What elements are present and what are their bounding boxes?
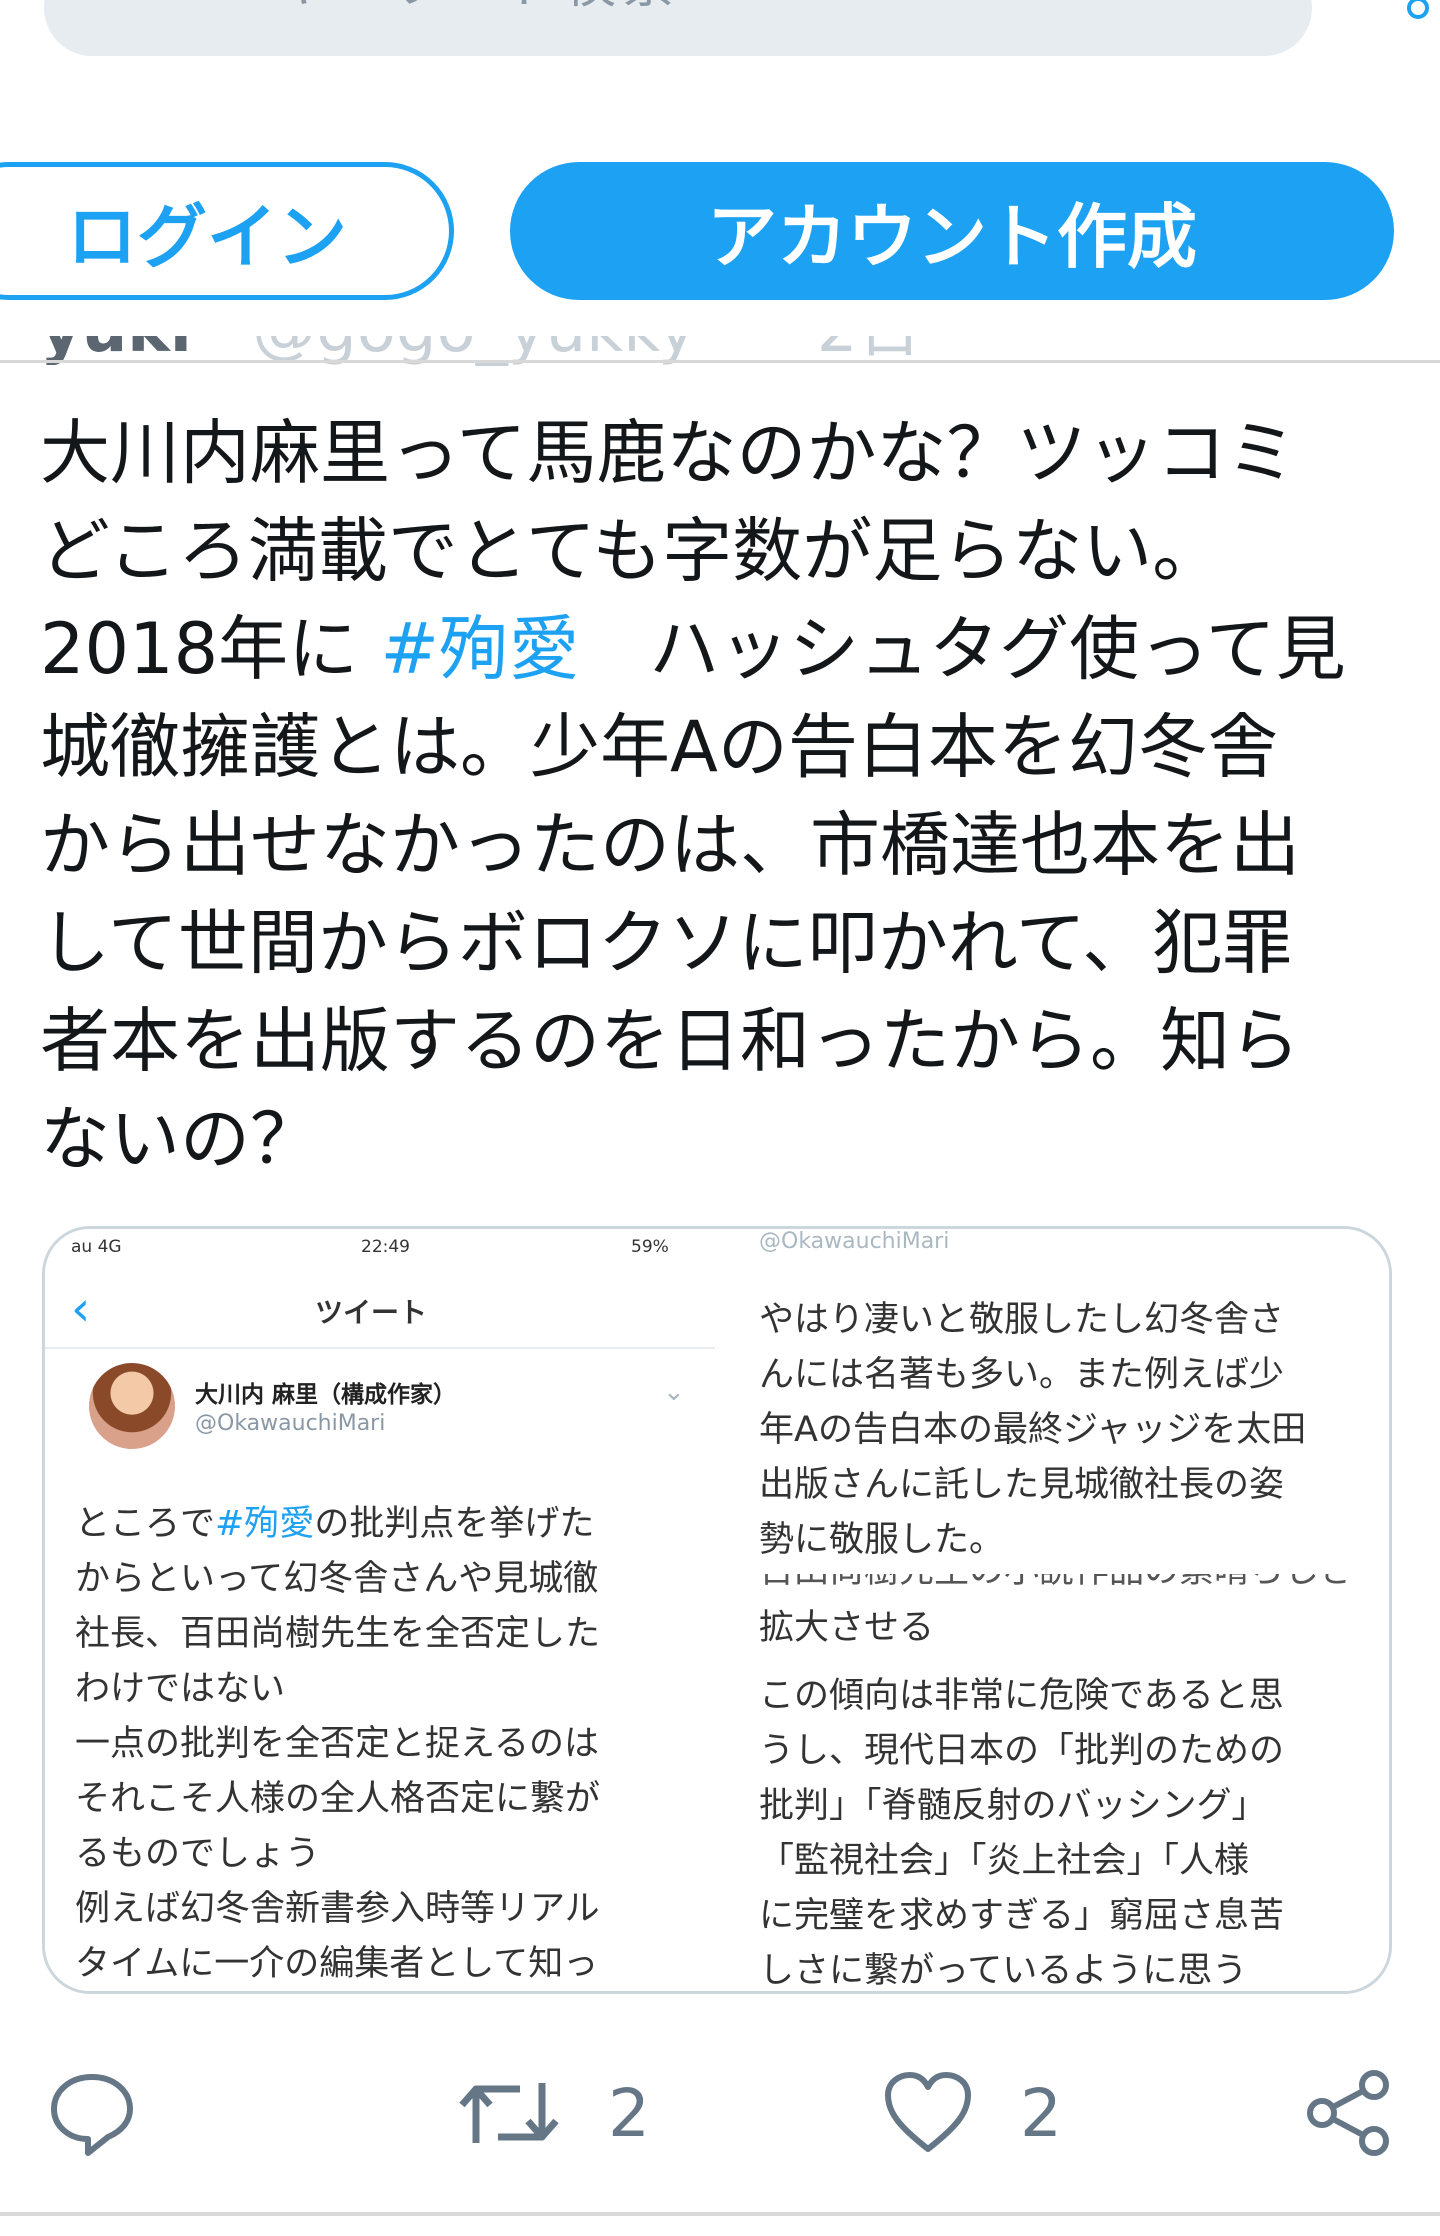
tweet-text: 大川内麻里って馬鹿なのかな？ツッコミ どころ満載でとても字数が足らない。 201… [40,404,1420,1188]
reply-button[interactable] [44,2058,140,2168]
screenshot-hashtag: #殉愛 [215,1504,315,1544]
screenshot-left: au 4G 22:49 59% ‹ ツイート 大川内 麻里（構成作家） @Oka… [45,1229,715,1991]
nav-title: ツイート [315,1296,428,1329]
tweet-line: 城徹擁護とは。少年Aの告白本を幻冬舎 [40,706,1278,788]
share-icon [1307,2070,1389,2156]
status-battery: 59% [631,1237,669,1257]
retweet-count: 2 [608,2074,650,2152]
tweet-image[interactable]: au 4G 22:49 59% ‹ ツイート 大川内 麻里（構成作家） @Oka… [42,1226,1392,1994]
status-carrier: au 4G [71,1237,122,1257]
screenshot-line: 拡大させる [759,1608,935,1648]
screenshot-line: うし、現代日本の「批判のための [759,1731,1285,1771]
reply-icon [51,2074,133,2156]
share-button[interactable] [1300,2058,1396,2168]
back-chevron-icon: ‹ [71,1281,91,1337]
screenshot-cut-text: 百田尚樹先生の小説作品の素晴らしさ [759,1574,1389,1588]
tweet-line-prefix: 2018年に [40,608,359,690]
signup-button[interactable]: アカウント作成 [510,162,1394,300]
screenshot-line: やはり凄いと敬服したし幻冬舎さ [759,1300,1285,1340]
screenshot-line: 年Aの告白本の最終ジャッジを太田 [759,1410,1307,1450]
tweet-line: 2018年に #殉愛 ハッシュタグ使って見 [40,600,1420,698]
tweet-line: から出せなかったのは、市橋達也本を出 [40,804,1300,886]
screenshot-line: 勢に敬服した。 [759,1520,1005,1560]
like-count: 2 [1020,2074,1062,2152]
screenshot-peek: @OkawauchiMari [759,1229,950,1254]
screenshot-tweet-text: この傾向は非常に危険であると思 うし、現代日本の「批判のための 批判」「脊髄反射… [759,1669,1285,1991]
screenshot-line: 「監視社会」「炎上社会」「人様 [759,1841,1250,1881]
screenshot-line: るものでしょう [75,1834,321,1874]
screenshot-line: 出版さんに託した見城徹社長の姿 [759,1465,1285,1505]
divider [45,1347,715,1349]
screenshot-line-prefix: ところで [75,1504,216,1544]
screenshot-line: 社長、百田尚樹先生を全否定した [75,1614,601,1654]
screenshot-line: 批判」「脊髄反射のバッシング」 [759,1786,1267,1826]
tweet-actions: 2 2 [0,2058,1440,2168]
screenshot-line: ところで#殉愛の批判点を挙げた [75,1497,600,1552]
divider [0,2212,1440,2216]
retweet-icon [459,2083,559,2143]
screenshot-line: からといって幻冬舎さんや見城徹 [75,1559,599,1599]
retweet-button[interactable]: 2 [454,2058,650,2168]
screenshot-tweet-text: ところで#殉愛の批判点を挙げた からといって幻冬舎さんや見城徹 社長、百田尚樹先… [75,1497,601,1991]
screenshot-line: それこそ人様の全人格否定に繋が [75,1779,601,1819]
menu-icon[interactable] [1402,0,1432,26]
screenshot-line: この傾向は非常に危険であると思 [759,1676,1284,1716]
screenshot-author-name: 大川内 麻里（構成作家） [195,1382,457,1408]
screenshot-author-handle: @OkawauchiMari [195,1411,386,1436]
tweet-line-rest: ハッシュタグ使って見 [649,608,1346,690]
search-icon [122,0,212,8]
avatar [89,1363,175,1449]
screenshot-line: タイムに一介の編集者として知っ [75,1944,599,1984]
search-input[interactable]: キーワード検索 [274,0,680,17]
hashtag-link[interactable]: #殉愛 [380,608,579,690]
heart-icon [885,2072,971,2152]
search-bar[interactable]: キーワード検索 [44,0,1312,56]
login-button[interactable]: ログイン [0,162,454,300]
screenshot-cut-line: 百田尚樹先生の小説作品の素晴らしさ [759,1574,1389,1588]
screenshot-line: しさに繋がっているように思う [759,1951,1248,1991]
status-bar: au 4G 22:49 59% [71,1233,711,1263]
tweet-line: 大川内麻里って馬鹿なのかな？ツッコミ [40,412,1297,494]
screenshot-line-rest: の批判点を挙げた [314,1504,595,1544]
tweet-line: 者本を出版するのを日和ったから。知ら [40,1000,1300,1082]
screenshot-line: 一点の批判を全否定と捉えるのは [75,1724,599,1764]
tweet-author-header: yuki @gogo_yukky · 2日 [40,336,1340,370]
tweet-line: して世間からボロクソに叩かれて、犯罪 [40,902,1293,984]
screenshot-line: わけではない [75,1669,286,1709]
status-time: 22:49 [361,1237,410,1257]
screenshot-line: んには名著も多い。また例えば少 [759,1355,1285,1395]
screenshot-line: に完璧を求めすぎる」窮屈さ息苦 [759,1896,1285,1936]
screenshot-tweet-text: やはり凄いと敬服したし幻冬舎さ んには名著も多い。また例えば少 年Aの告白本の最… [759,1293,1306,1568]
like-button[interactable]: 2 [880,2058,1062,2168]
divider [0,360,1440,363]
tweet-line: どころ満載でとても字数が足らない。 [40,510,1223,592]
screenshot-line: 例えば幻冬舎新書参入時等リアル [75,1889,600,1929]
tweet-line: ないの？ [40,1098,320,1180]
screenshot-right: @OkawauchiMari やはり凄いと敬服したし幻冬舎さ んには名著も多い。… [735,1229,1389,1991]
chevron-down-icon: ⌄ [663,1377,685,1407]
